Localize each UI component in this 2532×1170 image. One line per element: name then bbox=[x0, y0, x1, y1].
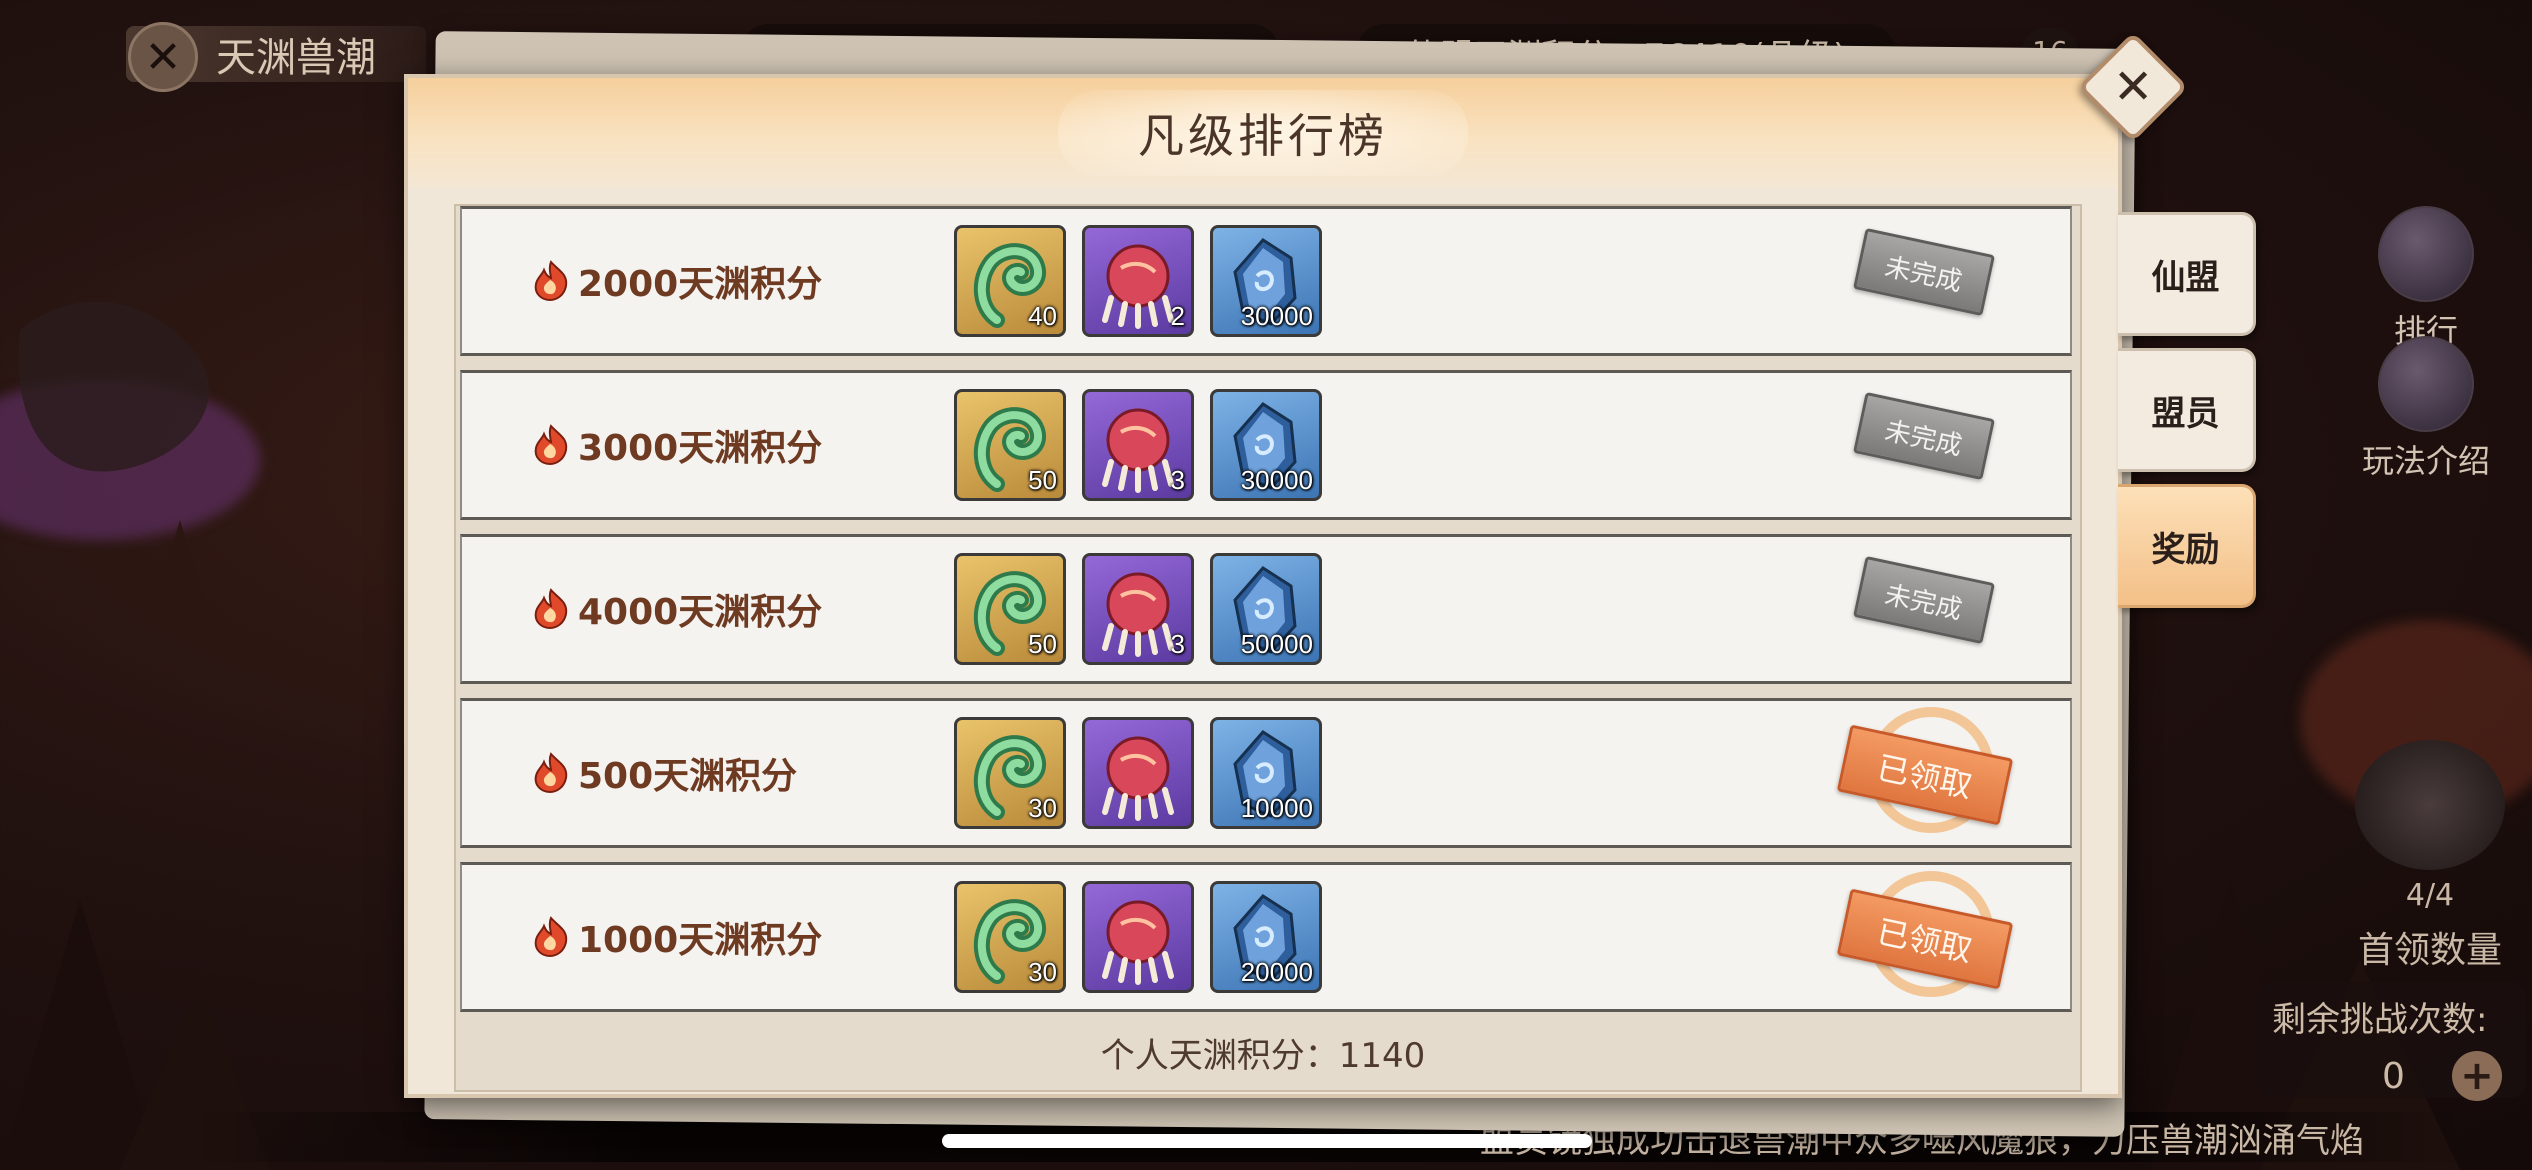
item-quantity: 30 bbox=[1028, 793, 1057, 823]
reward-threshold-label: 1000天渊积分 bbox=[578, 920, 823, 961]
guide-side-label: 玩法介绍 bbox=[2361, 442, 2490, 480]
exit-event-button[interactable]: ✕ bbox=[128, 22, 198, 92]
reward-items: 30 10000 bbox=[954, 717, 1322, 829]
personal-score: 个人天渊积分：1140 bbox=[1100, 1036, 1426, 1076]
tab-members[interactable]: 盟员 bbox=[2118, 348, 2256, 472]
item-quantity: 2 bbox=[1170, 301, 1185, 331]
pending-stamp: 未完成 bbox=[1852, 391, 1996, 481]
reward-row: 1000天渊积分 30 20000 已领取 bbox=[460, 862, 2072, 1012]
reward-item[interactable]: 20000 bbox=[1210, 881, 1322, 993]
reward-item[interactable]: 40 bbox=[954, 225, 1066, 337]
reward-items: 50 3 30000 bbox=[954, 389, 1322, 501]
challenge-count: 0 bbox=[2382, 1055, 2405, 1097]
close-x-icon: ✕ bbox=[144, 31, 182, 83]
boss-skull-icon bbox=[2355, 740, 2505, 870]
guide-icon bbox=[2378, 336, 2474, 432]
modal-title: 凡级排行榜 bbox=[1058, 90, 1468, 176]
claimed-stamp: 已领取 bbox=[1836, 871, 2016, 1007]
item-quantity: 50000 bbox=[1240, 629, 1313, 659]
reward-threshold: 500天渊积分 bbox=[528, 701, 797, 845]
challenge-panel: 剩余挑战次数: 0 + bbox=[2258, 982, 2526, 1101]
reward-item[interactable]: 50 bbox=[954, 389, 1066, 501]
claimed-stamp: 已领取 bbox=[1836, 707, 2016, 843]
reward-threshold: 1000天渊积分 bbox=[528, 865, 822, 1009]
reward-item[interactable]: 10000 bbox=[1210, 717, 1322, 829]
reward-row: 4000天渊积分 50 3 50000 未完成 bbox=[460, 534, 2072, 684]
guide-side-button[interactable]: 玩法介绍 bbox=[2356, 336, 2496, 482]
flame-icon bbox=[528, 586, 574, 632]
reward-row: 3000天渊积分 50 3 30000 未完成 bbox=[460, 370, 2072, 520]
reward-item[interactable]: 3 bbox=[1082, 553, 1194, 665]
reward-threshold: 4000天渊积分 bbox=[528, 537, 822, 681]
item-quantity: 30000 bbox=[1240, 301, 1313, 331]
reward-list: 2000天渊积分 40 2 30000 未完成 3000天渊积分 50 3 30000 未完成 40… bbox=[460, 206, 2072, 1026]
reward-threshold-label: 4000天渊积分 bbox=[578, 592, 823, 633]
flame-icon bbox=[528, 750, 574, 796]
item-quantity: 30 bbox=[1028, 957, 1057, 987]
item-quantity: 3 bbox=[1170, 629, 1185, 659]
reward-items: 50 3 50000 bbox=[954, 553, 1322, 665]
ranking-icon bbox=[2378, 206, 2474, 302]
tab-alliance[interactable]: 仙盟 bbox=[2118, 212, 2256, 336]
reward-item[interactable] bbox=[1082, 717, 1194, 829]
item-quantity: 10000 bbox=[1240, 793, 1313, 823]
reward-threshold-label: 3000天渊积分 bbox=[578, 428, 823, 469]
reward-threshold: 2000天渊积分 bbox=[528, 209, 822, 353]
reward-threshold-label: 500天渊积分 bbox=[578, 756, 798, 797]
reward-threshold: 3000天渊积分 bbox=[528, 373, 822, 517]
add-challenge-button[interactable]: + bbox=[2452, 1051, 2502, 1101]
reward-threshold-label: 2000天渊积分 bbox=[578, 264, 823, 305]
reward-row: 500天渊积分 30 10000 已领取 bbox=[460, 698, 2072, 848]
reward-item[interactable]: 30000 bbox=[1210, 225, 1322, 337]
boss-panel: 4/4 首领数量 bbox=[2330, 740, 2530, 973]
reward-items: 30 20000 bbox=[954, 881, 1322, 993]
item-quantity: 50 bbox=[1028, 629, 1057, 659]
boss-label: 首领数量 bbox=[2357, 930, 2502, 971]
reward-item[interactable]: 3 bbox=[1082, 389, 1194, 501]
close-icon: ✕ bbox=[2112, 59, 2154, 115]
reward-item[interactable]: 30 bbox=[954, 881, 1066, 993]
flame-icon bbox=[528, 422, 574, 468]
modal-header: 凡级排行榜 bbox=[408, 78, 2118, 188]
reward-item[interactable]: 2 bbox=[1082, 225, 1194, 337]
item-quantity: 50 bbox=[1028, 465, 1057, 495]
reward-item[interactable]: 50 bbox=[954, 553, 1066, 665]
challenge-label: 剩余挑战次数: bbox=[2272, 1000, 2488, 1040]
flame-icon bbox=[528, 914, 574, 960]
ranking-side-button[interactable]: 排行 bbox=[2366, 206, 2486, 352]
side-tabs: 仙盟 盟员 奖励 bbox=[2118, 212, 2256, 620]
pending-stamp: 未完成 bbox=[1852, 227, 1996, 317]
reward-row: 2000天渊积分 40 2 30000 未完成 bbox=[460, 206, 2072, 356]
home-indicator bbox=[942, 1134, 1592, 1148]
reward-item[interactable]: 50000 bbox=[1210, 553, 1322, 665]
item-quantity: 40 bbox=[1028, 301, 1057, 331]
reward-item[interactable] bbox=[1082, 881, 1194, 993]
boss-count: 4/4 bbox=[2405, 878, 2455, 913]
item-quantity: 20000 bbox=[1240, 957, 1313, 987]
item-quantity: 30000 bbox=[1240, 465, 1313, 495]
flame-icon bbox=[528, 258, 574, 304]
reward-item[interactable]: 30 bbox=[954, 717, 1066, 829]
reward-items: 40 2 30000 bbox=[954, 225, 1322, 337]
pending-stamp: 未完成 bbox=[1852, 555, 1996, 645]
item-quantity: 3 bbox=[1170, 465, 1185, 495]
tab-rewards[interactable]: 奖励 bbox=[2118, 484, 2256, 608]
reward-item[interactable]: 30000 bbox=[1210, 389, 1322, 501]
